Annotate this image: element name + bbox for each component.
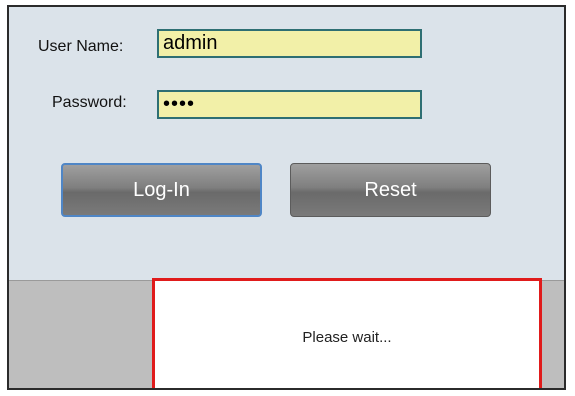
login-button[interactable]: Log-In xyxy=(61,163,262,217)
login-window: User Name: Password: Log-In Reset Please… xyxy=(7,5,566,390)
username-label: User Name: xyxy=(38,38,124,55)
status-message: Please wait... xyxy=(302,328,392,346)
please-wait-dialog: Please wait... xyxy=(152,278,542,388)
username-field[interactable] xyxy=(157,29,422,58)
reset-button[interactable]: Reset xyxy=(290,163,491,217)
password-field[interactable] xyxy=(157,90,422,119)
login-form: User Name: Password: Log-In Reset xyxy=(9,7,564,282)
password-label: Password: xyxy=(52,94,127,111)
